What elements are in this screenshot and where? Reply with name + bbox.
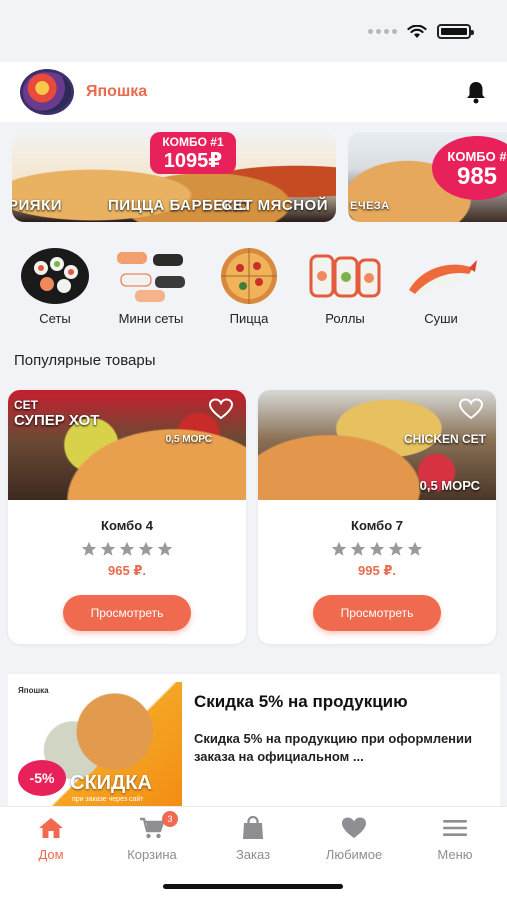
popular-products-title: Популярные товары bbox=[14, 352, 156, 369]
wifi-icon bbox=[407, 24, 427, 38]
cart-count-badge: 3 bbox=[162, 811, 178, 827]
tab-cart[interactable]: 3 Корзина bbox=[102, 811, 202, 862]
category-mini-sets[interactable]: Мини сеты bbox=[106, 246, 196, 326]
app-header: Япошка bbox=[0, 62, 507, 122]
star-icon bbox=[157, 541, 173, 556]
promo-card[interactable]: Япошка -5% СКИДКА при заказе через сайт … bbox=[8, 674, 500, 806]
product-price: 995 ₽. bbox=[358, 563, 396, 578]
view-product-button[interactable]: Просмотреть bbox=[63, 595, 191, 631]
tab-favorites[interactable]: Любимое bbox=[304, 815, 404, 862]
rolls-image bbox=[307, 246, 383, 306]
tab-orders[interactable]: Заказ bbox=[203, 815, 303, 862]
favorite-heart-icon[interactable] bbox=[208, 398, 234, 420]
product-name: Комбо 7 bbox=[351, 518, 403, 533]
star-icon bbox=[407, 541, 423, 556]
bag-icon bbox=[243, 815, 263, 839]
product-price: 965 ₽. bbox=[108, 563, 146, 578]
combo-badge: КОМБО #1 1095₽ bbox=[150, 132, 236, 174]
pizza-image bbox=[211, 246, 287, 306]
sushi-image bbox=[403, 246, 479, 306]
banner-combo-1[interactable]: КОМБО #1 1095₽ РИЯКИ ПИЦЦА БАРБЕКЮ СЕТ М… bbox=[12, 132, 336, 222]
heart-icon bbox=[342, 817, 366, 838]
product-image: СЕТ СУПЕР ХОТ 0,5 МОРС bbox=[8, 390, 246, 500]
tab-home[interactable]: Дом bbox=[1, 815, 101, 862]
discount-badge: -5% bbox=[18, 760, 66, 796]
star-icon bbox=[100, 541, 116, 556]
status-bar bbox=[0, 0, 507, 62]
star-icon bbox=[388, 541, 404, 556]
home-indicator bbox=[163, 884, 343, 889]
product-image: CHICKEN СЕТ 0,5 МОРС bbox=[258, 390, 496, 500]
star-icon bbox=[331, 541, 347, 556]
sets-image bbox=[17, 246, 93, 306]
product-card[interactable]: CHICKEN СЕТ 0,5 МОРС Комбо 7 995 ₽. Прос… bbox=[258, 390, 496, 644]
favorite-heart-icon[interactable] bbox=[458, 398, 484, 420]
battery-icon bbox=[437, 24, 474, 39]
banner-caption: ЕЧЕЗА bbox=[350, 200, 390, 212]
promo-image: Япошка -5% СКИДКА при заказе через сайт bbox=[14, 682, 182, 806]
view-product-button[interactable]: Просмотреть bbox=[313, 595, 441, 631]
star-icon bbox=[81, 541, 97, 556]
mini-sets-image bbox=[113, 246, 189, 306]
promo-image-logo: Япошка bbox=[18, 686, 49, 695]
menu-icon bbox=[443, 820, 467, 836]
brand-logo[interactable] bbox=[20, 69, 74, 115]
banner-caption: СЕТ МЯСНОЙ bbox=[221, 197, 328, 214]
category-sushi[interactable]: Суши bbox=[396, 246, 486, 326]
star-icon bbox=[138, 541, 154, 556]
category-sets[interactable]: Сеты bbox=[10, 246, 100, 326]
rating-stars bbox=[258, 541, 496, 557]
home-icon bbox=[39, 818, 63, 838]
category-pizza[interactable]: Пицца bbox=[204, 246, 294, 326]
status-icons bbox=[368, 24, 474, 39]
category-list: Сеты Мини сеты Пицца Роллы Суши bbox=[0, 246, 507, 332]
signal-icon bbox=[368, 29, 397, 34]
product-card[interactable]: СЕТ СУПЕР ХОТ 0,5 МОРС Комбо 4 965 ₽. Пр… bbox=[8, 390, 246, 644]
tab-menu[interactable]: Меню bbox=[405, 815, 505, 862]
product-name: Комбо 4 bbox=[101, 518, 153, 533]
star-icon bbox=[119, 541, 135, 556]
brand-name: Япошка bbox=[86, 83, 148, 100]
banner-combo-2[interactable]: КОМБО # 985 ЕЧЕЗА bbox=[348, 132, 507, 222]
banner-carousel[interactable]: КОМБО #1 1095₽ РИЯКИ ПИЦЦА БАРБЕКЮ СЕТ М… bbox=[12, 132, 507, 222]
rating-stars bbox=[8, 541, 246, 557]
promo-description: Скидка 5% на продукцию при оформлении за… bbox=[194, 731, 473, 764]
bell-icon[interactable] bbox=[465, 80, 487, 104]
star-icon bbox=[369, 541, 385, 556]
banner-caption: РИЯКИ bbox=[12, 197, 63, 214]
promo-title: Скидка 5% на продукцию bbox=[194, 692, 408, 711]
category-rolls[interactable]: Роллы bbox=[300, 246, 390, 326]
star-icon bbox=[350, 541, 366, 556]
combo-badge: КОМБО # 985 bbox=[432, 136, 507, 200]
